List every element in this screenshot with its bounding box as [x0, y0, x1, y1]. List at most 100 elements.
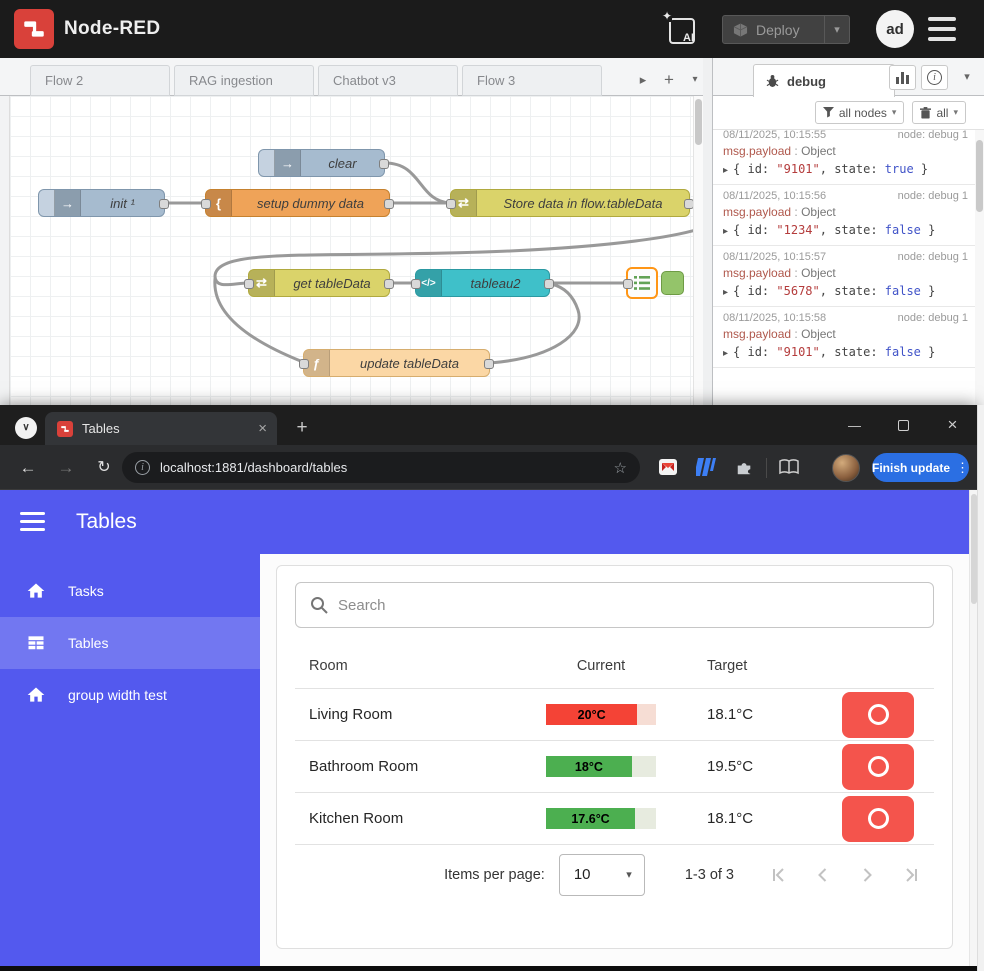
last-page-button[interactable]: [902, 866, 920, 884]
dashboard-main: Room Current Target Living Room 20°C 18.…: [260, 554, 969, 966]
table-row[interactable]: Living Room 20°C 18.1°C: [295, 688, 934, 740]
finish-update-button[interactable]: Finish update ⋮: [872, 453, 969, 482]
chart-button[interactable]: [889, 65, 916, 90]
scrollbar-thumb[interactable]: [695, 99, 702, 145]
room-cell: Living Room: [309, 706, 393, 723]
input-port[interactable]: [244, 279, 254, 289]
deploy-button[interactable]: Deploy ▾: [722, 15, 850, 44]
new-tab-button[interactable]: +: [288, 414, 316, 442]
reading-list-icon[interactable]: [778, 456, 800, 478]
node-tableau2[interactable]: </> tableau2: [411, 269, 554, 297]
json-preview[interactable]: ▸{ id: "1234", state: false }: [723, 223, 968, 237]
filter-nodes-button[interactable]: all nodes ▾: [814, 101, 905, 124]
sidebar-item-tasks[interactable]: Tasks: [0, 565, 260, 617]
tab-scroll-right-icon[interactable]: ▸: [630, 68, 656, 92]
header-target[interactable]: Target: [686, 658, 836, 674]
tab-close-icon[interactable]: ×: [258, 420, 267, 437]
node-ui-table-selected[interactable]: [623, 267, 658, 299]
main-menu-button[interactable]: [928, 17, 956, 41]
search-input[interactable]: [338, 583, 933, 627]
json-preview[interactable]: ▸{ id: "9101", state: false }: [723, 345, 968, 359]
scrollbar-thumb[interactable]: [976, 140, 983, 212]
node-small-green[interactable]: [661, 271, 684, 295]
debug-message[interactable]: 08/11/2025, 10:15:55 node: debug 1 msg.p…: [713, 130, 984, 185]
node-get-tabledata[interactable]: ⇄ get tableData: [244, 269, 394, 297]
reload-button[interactable]: ↻: [92, 456, 116, 480]
search-box[interactable]: [295, 582, 934, 628]
sidebar-caret-icon[interactable]: ▾: [956, 65, 978, 90]
debug-message[interactable]: 08/11/2025, 10:15:57 node: debug 1 msg.p…: [713, 246, 984, 307]
clear-messages-button[interactable]: all ▾: [912, 101, 966, 124]
back-button[interactable]: ←: [16, 456, 40, 480]
table-row[interactable]: Bathroom Room 18°C 19.5°C: [295, 740, 934, 792]
header-room[interactable]: Room: [309, 658, 516, 674]
output-port[interactable]: [384, 279, 394, 289]
profile-avatar[interactable]: [832, 454, 860, 482]
close-window-button[interactable]: ×: [928, 405, 977, 445]
flow-canvas[interactable]: → clear → init ¹ { setup dummy data ⇄ St…: [10, 96, 703, 405]
sidebar-item-group-width-test[interactable]: group width test: [0, 669, 260, 721]
info-button[interactable]: i: [921, 65, 948, 90]
input-port[interactable]: [299, 359, 309, 369]
tab-debug[interactable]: debug: [753, 64, 895, 97]
ai-assistant-button[interactable]: AI ✦: [662, 10, 700, 49]
flow-tab-flow3[interactable]: Flow 3: [462, 65, 602, 96]
page-size-select[interactable]: 10 ▾: [558, 853, 645, 896]
header-current[interactable]: Current: [516, 658, 686, 674]
sidebar-item-tables[interactable]: Tables: [0, 617, 260, 669]
inject-trigger-button[interactable]: [39, 190, 55, 216]
dashboard-menu-button[interactable]: [20, 512, 45, 531]
flow-tab-rag[interactable]: RAG ingestion: [174, 65, 314, 96]
debug-message[interactable]: 08/11/2025, 10:15:56 node: debug 1 msg.p…: [713, 185, 984, 246]
user-avatar[interactable]: ad: [876, 10, 914, 48]
previous-page-button[interactable]: [814, 866, 832, 884]
row-action-button[interactable]: [842, 795, 914, 842]
flow-tab-chatbot[interactable]: Chatbot v3: [318, 65, 458, 96]
debug-message[interactable]: 08/11/2025, 10:15:58 node: debug 1 msg.p…: [713, 307, 984, 368]
next-page-button[interactable]: [858, 866, 876, 884]
debug-scrollbar[interactable]: [975, 130, 984, 405]
inject-arrow-icon: →: [55, 190, 81, 216]
browser-toolbar: ← → ↻ i localhost:1881/dashboard/tables …: [0, 445, 977, 490]
canvas-scrollbar[interactable]: [693, 96, 703, 405]
address-bar[interactable]: i localhost:1881/dashboard/tables ☆: [122, 452, 640, 483]
url-text[interactable]: localhost:1881/dashboard/tables: [160, 460, 614, 475]
extensions-puzzle-icon[interactable]: [733, 456, 755, 478]
json-preview[interactable]: ▸{ id: "5678", state: false }: [723, 284, 968, 298]
row-action-button[interactable]: [842, 691, 914, 738]
row-action-button[interactable]: [842, 743, 914, 790]
deploy-caret-icon[interactable]: ▾: [825, 23, 849, 36]
site-info-icon[interactable]: i: [135, 460, 150, 475]
browser-tab-tables[interactable]: Tables ×: [45, 412, 277, 445]
maximize-button[interactable]: [879, 405, 928, 445]
node-setup-dummy-data[interactable]: { setup dummy data: [201, 189, 394, 217]
flow-tab-flow2[interactable]: Flow 2: [30, 65, 170, 96]
table-row[interactable]: Kitchen Room 17.6°C 18.1°C: [295, 792, 934, 844]
input-port[interactable]: [623, 279, 633, 289]
output-port[interactable]: [484, 359, 494, 369]
output-port[interactable]: [544, 279, 554, 289]
add-flow-button[interactable]: +: [656, 68, 682, 92]
node-inject-clear[interactable]: → clear: [258, 149, 389, 177]
node-update-tabledata[interactable]: ƒ update tableData: [299, 349, 494, 377]
tab-search-button[interactable]: ∨: [15, 417, 37, 439]
forward-button[interactable]: →: [54, 456, 78, 480]
output-port[interactable]: [159, 199, 169, 209]
input-port[interactable]: [201, 199, 211, 209]
extension-blue-icon[interactable]: [695, 456, 717, 478]
page-scrollbar[interactable]: [969, 490, 977, 966]
node-inject-init[interactable]: → init ¹: [38, 189, 169, 217]
output-port[interactable]: [384, 199, 394, 209]
bookmark-star-icon[interactable]: ☆: [614, 459, 627, 477]
minimize-button[interactable]: —: [830, 405, 879, 445]
output-port[interactable]: [379, 159, 389, 169]
node-store-data[interactable]: ⇄ Store data in flow.tableData: [446, 189, 694, 217]
inject-trigger-button[interactable]: [259, 150, 275, 176]
json-preview[interactable]: ▸{ id: "9101", state: true }: [723, 162, 968, 176]
first-page-button[interactable]: [770, 866, 788, 884]
browser-titlebar[interactable]: ∨ Tables × + — ×: [0, 405, 977, 445]
browser-menu-icon[interactable]: ⋮: [956, 460, 969, 476]
input-port[interactable]: [411, 279, 421, 289]
extension-mail-icon[interactable]: [657, 456, 679, 478]
input-port[interactable]: [446, 199, 456, 209]
